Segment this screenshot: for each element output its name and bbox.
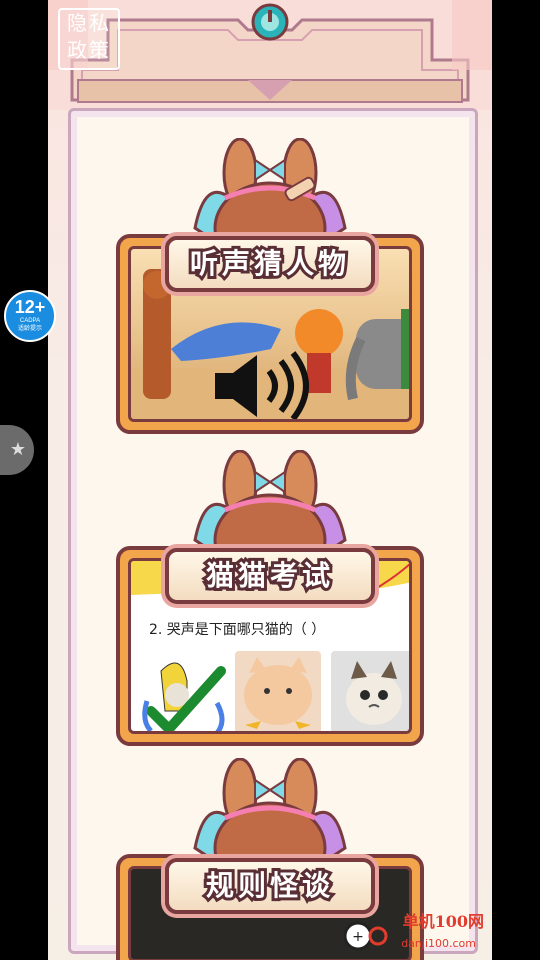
age-rating-note: 适龄提示 (17, 326, 42, 332)
privacy-policy-button[interactable]: 隐私 政策 (58, 8, 120, 70)
game-title: 听声猜人物 (165, 236, 375, 292)
watermark-logo-icon: + (343, 921, 388, 951)
site-watermark: + 单机100网 danji100.com (342, 910, 492, 960)
choice-crying-cat[interactable] (331, 651, 409, 731)
floating-favorite-button[interactable]: ★ (0, 425, 34, 475)
watermark-url: danji100.com (401, 937, 476, 950)
game-menu-screen: 隐私 政策 听声猜人物 2. 哭声是下面哪只猫的（ ） 猫猫考试 规则怪谈 + … (48, 0, 492, 960)
svg-text:+: + (352, 929, 364, 945)
choice-banana-cat[interactable] (141, 651, 227, 731)
age-rating-badge[interactable]: 12+ CADPA 适龄提示 (4, 290, 56, 342)
speaker-sound-icon (215, 351, 309, 419)
quiz-question: 2. 哭声是下面哪只猫的（ ） (149, 622, 326, 638)
privacy-line2: 政策 (67, 38, 111, 62)
star-icon: ★ (9, 439, 26, 460)
cat-icon (244, 657, 312, 729)
choice-cat-thumbsup[interactable] (235, 651, 321, 731)
game-title: 规则怪谈 (165, 858, 375, 914)
privacy-line1: 隐私 (67, 11, 111, 35)
age-rating-value: 12+ (14, 297, 46, 317)
banana-cat-icon (142, 662, 226, 731)
cat-icon (346, 661, 402, 725)
watermark-text: 单机100网 (402, 912, 484, 931)
game-title: 猫猫考试 (165, 548, 375, 604)
age-rating-org: CADPA (19, 318, 41, 324)
